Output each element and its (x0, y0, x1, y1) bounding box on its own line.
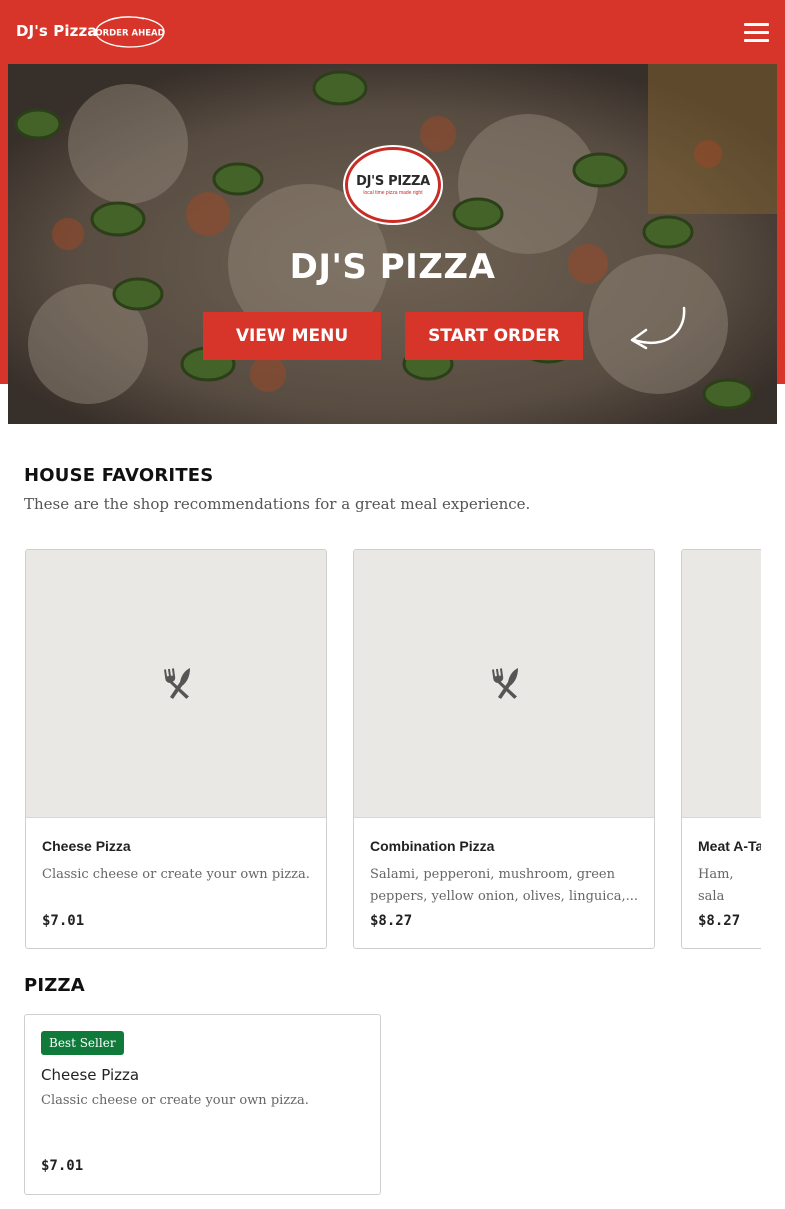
item-price: $7.01 (42, 913, 85, 929)
item-image-placeholder (682, 550, 761, 818)
item-description: Classic cheese or create your own pizza. (42, 867, 310, 882)
hamburger-menu-icon[interactable] (744, 20, 770, 44)
brand-name-link[interactable]: DJ's Pizza (16, 22, 98, 40)
item-name: Cheese Pizza (42, 838, 131, 854)
menu-item-card[interactable]: Best Seller Cheese Pizza Classic cheese … (24, 1014, 381, 1195)
favorite-card[interactable]: Meat A-Ta Ham, sala beef, and $8.27 (681, 549, 761, 949)
hero-overlay (8, 64, 777, 424)
item-image-placeholder (354, 550, 654, 818)
item-name: Combination Pizza (370, 838, 495, 854)
order-ahead-badge: ORDER AHEAD (94, 15, 166, 49)
item-image-placeholder (26, 550, 326, 818)
start-order-button[interactable]: START ORDER (405, 312, 583, 360)
favorite-card[interactable]: Cheese Pizza Classic cheese or create yo… (25, 549, 327, 949)
favorites-carousel[interactable]: Cheese Pizza Classic cheese or create yo… (24, 548, 761, 950)
item-description: Salami, pepperoni, mushroom, green peppe… (370, 867, 638, 904)
hero-banner: DJ'S PIZZA local time pizza made right D… (8, 64, 777, 424)
item-description: Classic cheese or create your own pizza. (41, 1093, 309, 1108)
favorite-card[interactable]: Combination Pizza Salami, pepperoni, mus… (353, 549, 655, 949)
item-name: Cheese Pizza (41, 1066, 140, 1084)
restaurant-logo: DJ'S PIZZA local time pizza made right (345, 147, 441, 223)
view-menu-button[interactable]: VIEW MENU (203, 312, 381, 360)
house-favorites-title: HOUSE FAVORITES (24, 465, 214, 486)
hero-title: DJ'S PIZZA (289, 247, 496, 287)
utensils-icon (164, 668, 190, 699)
item-price: $8.27 (698, 913, 741, 929)
logo-tagline: local time pizza made right (363, 190, 423, 196)
order-ahead-text: ORDER AHEAD (95, 29, 164, 39)
item-name: Meat A-Ta (698, 838, 761, 854)
item-description: Ham, sala beef, and (698, 867, 734, 904)
item-price: $8.27 (370, 913, 413, 929)
pizza-section-title: PIZZA (24, 975, 85, 996)
order-ahead-logo-icon: ORDER AHEAD (95, 16, 165, 48)
house-favorites-subtitle: These are the shop recommendations for a… (24, 495, 531, 513)
logo-text: DJ'S PIZZA (356, 174, 430, 189)
best-seller-badge: Best Seller (41, 1031, 124, 1055)
utensils-icon (492, 668, 518, 699)
item-price: $7.01 (41, 1158, 84, 1174)
curved-arrow-icon (630, 306, 686, 350)
